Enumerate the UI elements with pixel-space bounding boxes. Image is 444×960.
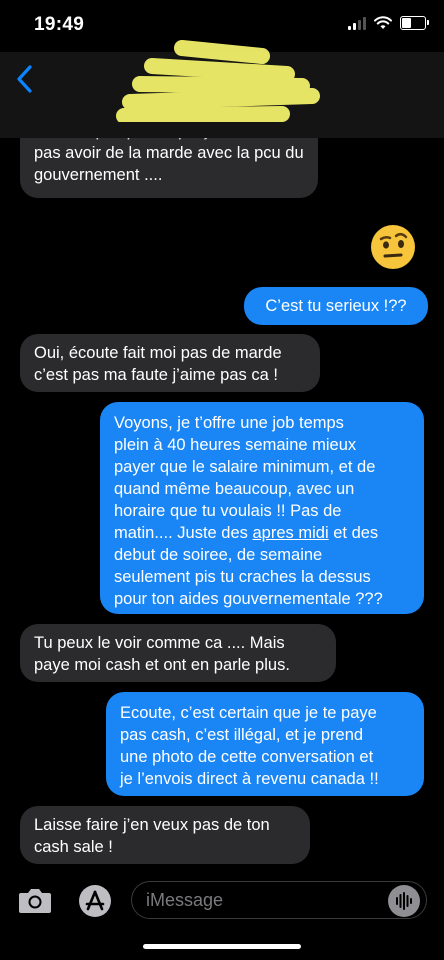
wifi-icon	[374, 16, 392, 29]
message-line: Oui, écoute fait moi pas de marde	[34, 344, 282, 362]
message-input-placeholder: iMessage	[146, 890, 224, 910]
message-line: horaire que tu voulais !! Pas de	[114, 502, 342, 520]
message-bubble-outgoing: Voyons, je t’offre une job temps plein à…	[100, 402, 424, 614]
message-bubble-incoming: Laisse faire j’en veux pas de ton cash s…	[20, 806, 310, 864]
raised-eyebrow-emoji-icon	[371, 225, 415, 269]
back-chevron-icon[interactable]	[14, 64, 36, 94]
message-line: matin.... Juste des apres midi et des	[114, 522, 410, 544]
message-line: cash sale !	[34, 838, 113, 856]
message-bubble-outgoing: Ecoute, c’est certain que je te paye pas…	[106, 692, 424, 796]
signal-icon	[348, 16, 366, 30]
message-bubble-incoming: Oui, écoute fait moi pas de marde c’est …	[20, 334, 320, 392]
message-text: matin.... Juste des	[114, 524, 248, 542]
message-line: debut de soiree, de semaine	[114, 546, 323, 564]
message-line: pas cash, c’est illégal, et je prend	[120, 726, 364, 744]
message-line: payer que le salaire minimum, et de	[114, 458, 376, 476]
message-line: gouvernement ....	[34, 166, 163, 184]
message-link[interactable]: apres midi	[253, 524, 329, 542]
app-store-icon[interactable]	[78, 884, 112, 918]
battery-icon	[400, 16, 429, 30]
camera-icon[interactable]	[18, 886, 52, 914]
audio-message-button[interactable]	[388, 885, 420, 917]
message-bubble-outgoing: C’est tu serieux !??	[244, 287, 428, 325]
home-indicator	[143, 944, 301, 949]
message-line: pas avoir de la marde avec la pcu du	[34, 144, 304, 162]
header-shadow	[0, 122, 444, 138]
message-bubble-incoming: Tu peux le voir comme ca .... Mais paye …	[20, 624, 336, 682]
message-line: seulement pis tu craches la dessus	[114, 568, 371, 586]
message-line: je l’envois direct à revenu canada !!	[120, 770, 379, 788]
message-line: paye moi cash et ont en parle plus.	[34, 656, 290, 674]
message-line: Tu peux le voir comme ca .... Mais	[34, 634, 285, 652]
message-text: C’est tu serieux !??	[265, 297, 407, 315]
message-line: Ecoute, c’est certain que je te paye	[120, 704, 377, 722]
status-icons	[348, 16, 429, 30]
message-line: une photo de cette conversation et	[120, 748, 374, 766]
message-line: quand même beaucoup, avec un	[114, 480, 355, 498]
message-line: c’est pas ma faute j’aime pas ca !	[34, 366, 278, 384]
message-line: Voyons, je t’offre une job temps	[114, 414, 344, 432]
message-line: Laisse faire j’en veux pas de ton	[34, 816, 270, 834]
message-line: pour ton aides gouvernementale ???	[114, 590, 383, 608]
message-line: plein à 40 heures semaine mieux	[114, 436, 357, 454]
message-text: et des	[333, 524, 379, 542]
waveform-icon	[396, 892, 412, 910]
status-time: 19:49	[34, 14, 85, 35]
